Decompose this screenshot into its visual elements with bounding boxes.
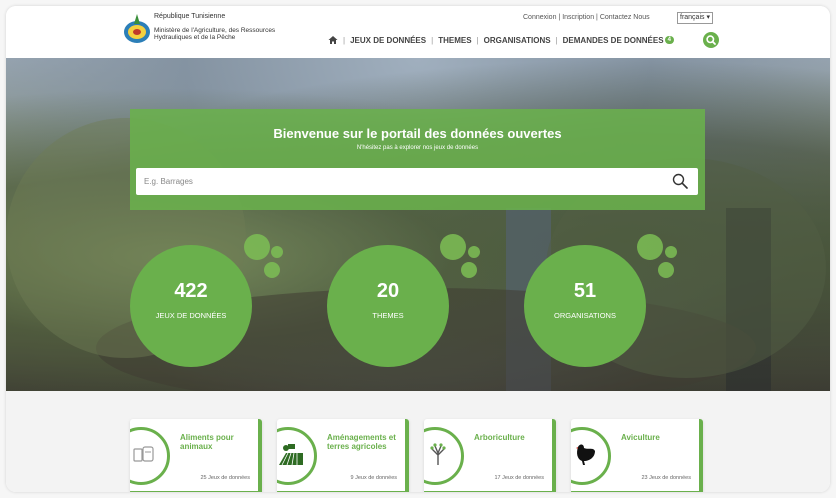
stat-value: 51 bbox=[573, 280, 597, 302]
theme-card-poultry[interactable]: Aviculture 23 Jeux de données bbox=[571, 419, 703, 492]
decorative-bubble bbox=[271, 246, 283, 258]
theme-title: Aménagements et terres agricoles bbox=[327, 433, 396, 451]
tree-icon bbox=[430, 443, 446, 465]
tunisia-emblem-logo bbox=[124, 14, 150, 43]
decorative-bubble bbox=[637, 234, 663, 260]
feed-icon bbox=[133, 446, 154, 462]
theme-title: Arboriculture bbox=[474, 433, 525, 442]
decorative-bubble bbox=[665, 246, 677, 258]
decorative-bubble bbox=[461, 262, 477, 278]
dataset-search-box bbox=[136, 168, 698, 195]
rooster-icon bbox=[576, 444, 595, 465]
stat-datasets[interactable]: 422 JEUX DE DONNÉES bbox=[130, 245, 252, 367]
theme-count: 23 Jeux de données bbox=[641, 475, 691, 481]
language-value: français bbox=[680, 14, 705, 21]
theme-card-land-development[interactable]: Aménagements et terres agricoles 9 Jeux … bbox=[277, 419, 409, 492]
card-accent-bar bbox=[405, 419, 409, 492]
card-bottom-bar bbox=[424, 491, 556, 492]
theme-count: 9 Jeux de données bbox=[350, 475, 397, 481]
theme-icon-ring bbox=[424, 427, 464, 485]
site-header: République Tunisienne Ministère de l'Agr… bbox=[6, 6, 830, 59]
stat-value: 20 bbox=[376, 280, 400, 302]
welcome-title: Bienvenue sur le portail des données ouv… bbox=[273, 126, 562, 141]
requests-count-badge: 4 bbox=[664, 36, 674, 44]
contact-link[interactable]: Contactez Nous bbox=[600, 14, 650, 21]
welcome-subtitle: N'hésitez pas à explorer nos jeux de don… bbox=[356, 145, 479, 151]
theme-card-arboriculture[interactable]: Arboriculture 17 Jeux de données bbox=[424, 419, 556, 492]
dataset-search-input[interactable] bbox=[144, 175, 644, 187]
decorative-bubble bbox=[244, 234, 270, 260]
theme-icon-ring bbox=[571, 427, 611, 485]
theme-icon-ring bbox=[277, 427, 317, 485]
decorative-bubble bbox=[658, 262, 674, 278]
decorative-bubble bbox=[264, 262, 280, 278]
stat-label: THEMES bbox=[372, 311, 404, 320]
card-accent-bar bbox=[552, 419, 556, 492]
theme-title: Aliments pour animaux bbox=[180, 433, 234, 451]
theme-icon-ring bbox=[130, 427, 170, 485]
login-link[interactable]: Connexion bbox=[523, 14, 556, 21]
tractor-field-icon bbox=[279, 444, 303, 466]
nav-themes[interactable]: THEMES bbox=[438, 36, 471, 45]
ministry-name: Ministère de l'Agriculture, des Ressourc… bbox=[154, 27, 276, 41]
theme-count: 17 Jeux de données bbox=[494, 475, 544, 481]
card-bottom-bar bbox=[571, 491, 703, 492]
card-bottom-bar bbox=[277, 491, 409, 492]
nav-data-requests[interactable]: DEMANDES DE DONNÉES bbox=[563, 36, 664, 45]
nav-organisations[interactable]: ORGANISATIONS bbox=[484, 36, 551, 45]
stat-themes[interactable]: 20 THEMES bbox=[327, 245, 449, 367]
theme-count: 25 Jeux de données bbox=[200, 475, 250, 481]
search-icon[interactable] bbox=[672, 173, 688, 189]
stat-label: JEUX DE DONNÉES bbox=[155, 311, 227, 320]
register-link[interactable]: Inscription bbox=[562, 14, 594, 21]
nav-datasets[interactable]: JEUX DE DONNÉES bbox=[350, 36, 426, 45]
theme-title: Aviculture bbox=[621, 433, 660, 442]
card-bottom-bar bbox=[130, 491, 262, 492]
header-search-button[interactable] bbox=[703, 32, 719, 48]
card-accent-bar bbox=[258, 419, 262, 492]
language-select[interactable]: français ▾ bbox=[677, 12, 713, 24]
themes-section: Aliments pour animaux 25 Jeux de données… bbox=[6, 391, 830, 492]
decorative-bubble bbox=[440, 234, 466, 260]
theme-card-animal-feed[interactable]: Aliments pour animaux 25 Jeux de données bbox=[130, 419, 262, 492]
page: République Tunisienne Ministère de l'Agr… bbox=[6, 6, 830, 492]
country-name: République Tunisienne bbox=[154, 13, 226, 20]
hero-banner: Bienvenue sur le portail des données ouv… bbox=[6, 58, 830, 391]
home-icon[interactable] bbox=[328, 35, 338, 45]
search-icon bbox=[706, 35, 716, 45]
stat-organisations[interactable]: 51 ORGANISATIONS bbox=[524, 245, 646, 367]
card-accent-bar bbox=[699, 419, 703, 492]
stat-value: 422 bbox=[174, 280, 208, 302]
stat-label: ORGANISATIONS bbox=[554, 311, 616, 320]
top-links: Connexion | Inscription | Contactez Nous bbox=[523, 14, 650, 21]
welcome-panel: Bienvenue sur le portail des données ouv… bbox=[130, 109, 705, 210]
decorative-bubble bbox=[468, 246, 480, 258]
main-nav: | JEUX DE DONNÉES | THEMES | ORGANISATIO… bbox=[328, 33, 674, 47]
